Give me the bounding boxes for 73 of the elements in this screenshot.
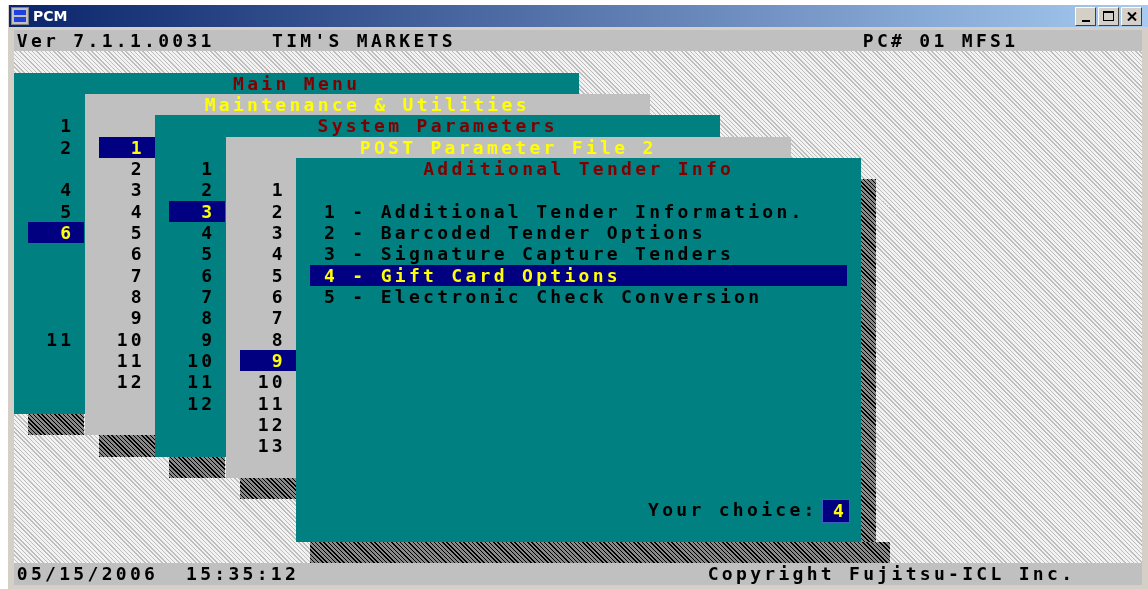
menu-item[interactable]: 4 bbox=[239, 243, 296, 265]
menu-item[interactable]: 7 bbox=[169, 285, 226, 308]
menu-item[interactable]: 1 - Additional Tender Information. bbox=[310, 200, 848, 222]
menu-item[interactable]: 5 bbox=[169, 243, 226, 265]
panel-shadow bbox=[239, 477, 296, 500]
menu-item[interactable]: 1 bbox=[169, 157, 226, 180]
close-button[interactable] bbox=[1121, 6, 1142, 26]
status-date: 05/15/2006 bbox=[16, 563, 159, 585]
menu-item[interactable]: 10 bbox=[169, 349, 226, 372]
app-icon bbox=[11, 7, 29, 25]
menu-item[interactable]: 4 bbox=[169, 221, 226, 244]
menu-item[interactable]: 9 bbox=[98, 307, 155, 329]
minimize-button[interactable] bbox=[1075, 6, 1096, 26]
menu-item[interactable]: 10 bbox=[239, 371, 296, 393]
menu-item[interactable]: 6 bbox=[239, 285, 296, 308]
menu-title: Maintenance & Utilities bbox=[203, 94, 531, 116]
window-title: PCM bbox=[33, 6, 68, 26]
menu-item[interactable]: 5 bbox=[28, 200, 85, 222]
menu-item[interactable]: 8 bbox=[169, 307, 226, 329]
menu-item[interactable]: 3 bbox=[98, 179, 155, 201]
menu-item[interactable]: 3 bbox=[239, 221, 296, 244]
status-time: 15:35:12 bbox=[186, 563, 300, 585]
menu-item[interactable]: 2 bbox=[239, 200, 296, 222]
menu-item[interactable]: 11 bbox=[239, 392, 296, 414]
menu-item[interactable]: 9 bbox=[239, 349, 296, 372]
menu-title: Main Menu bbox=[232, 72, 362, 94]
menu-item[interactable]: 4 bbox=[28, 179, 85, 201]
menu-item[interactable]: 1 bbox=[239, 179, 296, 201]
menu-item[interactable]: 2 bbox=[98, 157, 155, 180]
menu-item[interactable]: 4 bbox=[98, 200, 155, 222]
menu-item[interactable]: 11 bbox=[98, 349, 155, 372]
menu-title: POST Parameter File 2 bbox=[358, 136, 658, 158]
menu-item[interactable]: 3 bbox=[169, 200, 226, 222]
maximize-button[interactable] bbox=[1098, 6, 1119, 26]
menu-item[interactable]: 2 bbox=[169, 179, 226, 201]
panel-shadow bbox=[169, 456, 226, 478]
menu-item[interactable]: 10 bbox=[98, 328, 155, 350]
menu-item[interactable]: 1 bbox=[28, 115, 85, 137]
menu-item[interactable]: 1 bbox=[98, 136, 155, 158]
menu-item[interactable]: 13 bbox=[239, 435, 296, 457]
store-name: TIM'S MARKETS bbox=[272, 30, 456, 52]
terminal-id: PC# 01 MFS1 bbox=[862, 30, 1019, 52]
choice-label: Your choice: bbox=[647, 499, 818, 521]
menu-title: System Parameters bbox=[316, 115, 559, 137]
menu-item[interactable]: 7 bbox=[98, 264, 155, 286]
copyright-text: Copyright Fujitsu-ICL Inc. bbox=[707, 563, 1076, 585]
menu-item[interactable]: 5 bbox=[98, 221, 155, 244]
minimize-icon bbox=[1081, 19, 1090, 22]
menu-item[interactable]: 8 bbox=[239, 328, 296, 350]
maximize-icon bbox=[1103, 11, 1114, 21]
menu-item[interactable]: 5 - Electronic Check Conversion bbox=[310, 285, 848, 308]
close-icon bbox=[1126, 11, 1137, 21]
menu-item[interactable]: 7 bbox=[239, 307, 296, 329]
menu-item[interactable]: 6 bbox=[28, 221, 85, 244]
menu-item[interactable]: 6 bbox=[98, 243, 155, 265]
menu-item[interactable]: 12 bbox=[239, 413, 296, 436]
menu-item[interactable]: 4 - Gift Card Options bbox=[310, 264, 848, 286]
menu-item[interactable]: 12 bbox=[98, 371, 155, 393]
menu-item[interactable]: 5 bbox=[239, 264, 296, 286]
menu-title: Additional Tender Info bbox=[422, 157, 736, 180]
panel-shadow bbox=[28, 413, 85, 436]
panel-shadow bbox=[98, 435, 155, 457]
menu-item[interactable]: 2 - Barcoded Tender Options bbox=[310, 221, 848, 244]
version-label: Ver 7.1.1.0031 bbox=[16, 30, 215, 52]
menu-item[interactable]: 11 bbox=[28, 328, 85, 350]
menu-item[interactable]: 11 bbox=[169, 371, 226, 393]
choice-field[interactable]: 4 bbox=[821, 499, 851, 523]
menu-item[interactable]: 6 bbox=[169, 264, 226, 286]
menu-item[interactable]: 3 - Signature Capture Tenders bbox=[310, 243, 848, 265]
menu-item[interactable]: 8 bbox=[98, 285, 155, 308]
menu-item[interactable]: 12 bbox=[169, 392, 226, 414]
menu-item[interactable]: 2 bbox=[28, 136, 85, 158]
menu-item[interactable]: 9 bbox=[169, 328, 226, 350]
